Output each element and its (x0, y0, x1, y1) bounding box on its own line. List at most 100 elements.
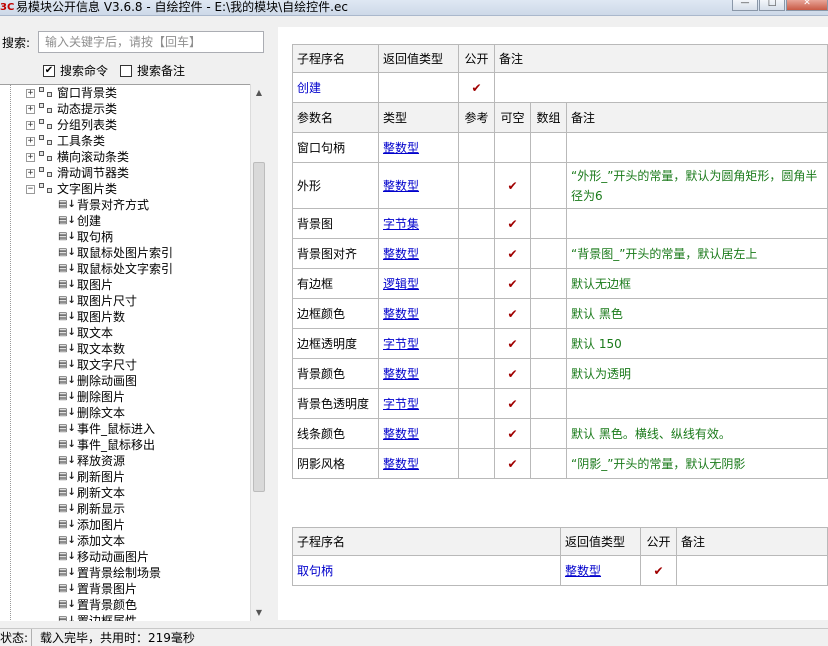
method-icon: ▤↓ (58, 327, 76, 338)
tree-method-item[interactable]: ▤↓ 置背景图片 (58, 581, 137, 597)
tree-method-item[interactable]: ▤↓ 取鼠标处图片索引 (58, 245, 173, 261)
expand-icon[interactable]: + (26, 152, 35, 162)
param-array (530, 418, 567, 449)
param-type[interactable]: 字节集 (378, 208, 459, 239)
tree-method-item[interactable]: ▤↓ 删除动画图 (58, 373, 137, 389)
class-icon (39, 151, 55, 163)
sub2-ret-type[interactable]: 整数型 (560, 555, 641, 586)
param-type[interactable]: 整数型 (378, 298, 459, 329)
search-commands-checkbox[interactable]: ✔ (43, 64, 55, 77)
maximize-button[interactable]: □ (759, 0, 785, 11)
tree-method-item[interactable]: ▤↓ 添加图片 (58, 517, 125, 533)
param-nullable-check-icon: ✔ (494, 208, 531, 239)
tree-category[interactable]: + 工具条类 (26, 133, 105, 149)
param-array (530, 298, 567, 329)
tree-method-item[interactable]: ▤↓ 刷新图片 (58, 469, 125, 485)
method-icon: ▤↓ (58, 599, 76, 610)
search-options: ✔ 搜索命令 搜索备注 (43, 62, 197, 79)
tree-category[interactable]: + 动态提示类 (26, 101, 117, 117)
tree-method-item[interactable]: ▤↓ 取图片数 (58, 309, 125, 325)
tree-category[interactable]: + 横向滚动条类 (26, 149, 129, 165)
tree-method-item[interactable]: ▤↓ 事件_鼠标移出 (58, 437, 155, 453)
tree-category[interactable]: + 窗口背景类 (26, 85, 117, 101)
search-commands-label: 搜索命令 (60, 64, 109, 78)
tree-method-item[interactable]: ▤↓ 背景对齐方式 (58, 197, 149, 213)
sub-name[interactable]: 创建 (292, 72, 379, 103)
param-name: 背景色透明度 (292, 388, 379, 419)
tree-method-item[interactable]: ▤↓ 取文本数 (58, 341, 125, 357)
param-type[interactable]: 整数型 (378, 418, 459, 449)
tree-method-item[interactable]: ▤↓ 删除图片 (58, 389, 125, 405)
tree-method-label: 置边框属性 (77, 614, 138, 621)
tree-method-item[interactable]: ▤↓ 取图片 (58, 277, 113, 293)
tree-method-item[interactable]: ▤↓ 置边框属性 (58, 613, 137, 621)
param-nullable-check-icon: ✔ (494, 238, 531, 269)
tree-method-item[interactable]: ▤↓ 置背景颜色 (58, 597, 137, 613)
tree-scrollbar[interactable]: ▲ ▼ (250, 84, 267, 621)
param-type[interactable]: 整数型 (378, 132, 459, 163)
tree-method-item[interactable]: ▤↓ 刷新文本 (58, 485, 125, 501)
search-notes-option[interactable]: 搜索备注 (120, 62, 185, 79)
param-row: 线条颜色 整数型 ✔ 默认 黑色。横线、纵线有效。 (292, 418, 828, 449)
col-sub-name: 子程序名 (292, 44, 379, 73)
param-header-row: 参数名 类型 参考 可空 数组 备注 (292, 102, 828, 133)
param-name: 有边框 (292, 268, 379, 299)
expand-icon[interactable]: + (26, 136, 35, 146)
close-button[interactable]: ✕ (786, 0, 828, 11)
sub2-row: 取句柄 整数型 ✔ (292, 555, 828, 586)
method-icon: ▤↓ (58, 487, 76, 498)
param-array (530, 208, 567, 239)
tree-method-item[interactable]: ▤↓ 添加文本 (58, 533, 125, 549)
param-type[interactable]: 整数型 (378, 162, 459, 209)
param-name: 外形 (292, 162, 379, 209)
sub2-name[interactable]: 取句柄 (292, 555, 561, 586)
method-icon: ▤↓ (58, 359, 76, 370)
tree-method-item[interactable]: ▤↓ 事件_鼠标进入 (58, 421, 155, 437)
search-commands-option[interactable]: ✔ 搜索命令 (43, 62, 108, 79)
status-bar: 状态: 载入完毕，共用时：219毫秒 (0, 628, 828, 646)
tree-method-item[interactable]: ▤↓ 置背景绘制场景 (58, 565, 161, 581)
tree-category[interactable]: − 文字图片类 (26, 181, 117, 197)
param-type[interactable]: 逻辑型 (378, 268, 459, 299)
param-type[interactable]: 整数型 (378, 238, 459, 269)
param-row: 背景色透明度 字节型 ✔ (292, 388, 828, 419)
scroll-thumb[interactable] (253, 162, 265, 492)
param-ref (458, 448, 495, 479)
param-name: 背景图对齐 (292, 238, 379, 269)
tree-method-item[interactable]: ▤↓ 释放资源 (58, 453, 125, 469)
param-ref (458, 388, 495, 419)
tree-method-item[interactable]: ▤↓ 删除文本 (58, 405, 125, 421)
param-type[interactable]: 字节型 (378, 388, 459, 419)
tree-category[interactable]: + 分组列表类 (26, 117, 117, 133)
search-notes-checkbox[interactable] (120, 64, 133, 77)
scroll-down-arrow-icon[interactable]: ▼ (251, 604, 267, 621)
tree-method-item[interactable]: ▤↓ 移动动画图片 (58, 549, 149, 565)
search-input[interactable] (38, 31, 264, 53)
param-type[interactable]: 整数型 (378, 448, 459, 479)
col-sub2-ret: 返回值类型 (560, 527, 641, 556)
tree-category[interactable]: + 滑动调节器类 (26, 165, 129, 181)
param-note: “外形_”开头的常量，默认为圆角矩形，圆角半径为6 (566, 162, 828, 209)
tree-method-item[interactable]: ▤↓ 取图片尺寸 (58, 293, 137, 309)
tree-method-item[interactable]: ▤↓ 取文本 (58, 325, 113, 341)
collapse-icon[interactable]: − (26, 184, 35, 194)
expand-icon[interactable]: + (26, 168, 35, 178)
expand-icon[interactable]: + (26, 104, 35, 114)
param-array (530, 238, 567, 269)
tree-method-item[interactable]: ▤↓ 取文字尺寸 (58, 357, 137, 373)
param-type[interactable]: 整数型 (378, 358, 459, 389)
tree-method-item[interactable]: ▤↓ 取鼠标处文字索引 (58, 261, 173, 277)
param-type[interactable]: 字节型 (378, 328, 459, 359)
tree-method-item[interactable]: ▤↓ 刷新显示 (58, 501, 125, 517)
tree-method-label: 刷新文本 (77, 486, 126, 500)
param-name: 阴影风格 (292, 448, 379, 479)
tree-guide-line (10, 85, 11, 621)
tree-method-item[interactable]: ▤↓ 创建 (58, 213, 101, 229)
module-tree[interactable]: + 窗口背景类 + 动态提示类 + 分组列表类 + 工具条类 + 横向滚动条类 + 滑动调节器类 − 文字… (0, 84, 250, 621)
tree-method-item[interactable]: ▤↓ 取句柄 (58, 229, 113, 245)
scroll-up-arrow-icon[interactable]: ▲ (251, 84, 267, 101)
tree-method-label: 删除文本 (77, 406, 126, 420)
minimize-button[interactable]: — (732, 0, 758, 11)
expand-icon[interactable]: + (26, 120, 35, 130)
expand-icon[interactable]: + (26, 88, 35, 98)
